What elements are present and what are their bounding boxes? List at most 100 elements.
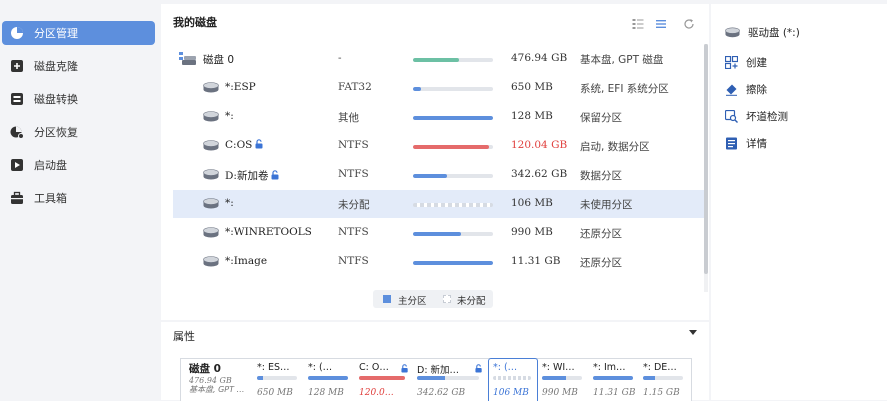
usage-bar-fill — [413, 232, 461, 236]
partition-icon — [203, 82, 219, 93]
clone-icon — [10, 59, 24, 73]
list-view-icon[interactable] — [655, 18, 667, 30]
selected-drive-label: 驱动盘 (*:) — [748, 26, 800, 39]
partition-name: C:OS — [225, 139, 253, 151]
disk-map-usage-fill — [359, 376, 405, 380]
disk-map-partition[interactable]: *: ES… 650 MB — [253, 359, 303, 401]
partition-row[interactable]: D:新加卷 NTFS 342.62 GB 数据分区 — [173, 161, 704, 189]
disk-map: 磁盘 0 476.94 GB 基本盘, GPT … *: ES… 650 MB *:… — [180, 358, 692, 401]
file-system: FAT32 — [338, 81, 372, 93]
partition-row[interactable]: C:OS NTFS 120.04 GB 启动, 数据分区 — [173, 132, 704, 160]
partition-row[interactable]: *:WINRETOOLS NTFS 990 MB 还原分区 — [173, 219, 704, 247]
disk-map-partition-size: 106 MB — [493, 388, 529, 398]
file-system: NTFS — [338, 139, 369, 151]
legend-swatch-unallocated — [443, 295, 451, 303]
usage-bar — [413, 174, 493, 178]
sidebar-item-partition-management[interactable]: 分区管理 — [2, 21, 155, 45]
capacity: 11.31 GB — [511, 255, 561, 267]
grid-view-icon[interactable] — [632, 18, 644, 30]
scrollbar-thumb[interactable] — [704, 44, 708, 274]
drive-icon — [725, 27, 740, 38]
usage-bar-fill — [413, 261, 493, 265]
disk-drive-icon — [179, 52, 197, 66]
usage-bar — [413, 203, 493, 207]
disk-map-partition-label: *: DE… — [643, 362, 677, 373]
usage-bar-fill — [413, 58, 460, 62]
disk-map-partition-size: 120.0… — [359, 388, 394, 398]
disk-map-partition-size: 128 MB — [308, 388, 344, 398]
bad-sector-scan-icon — [724, 109, 738, 123]
partition-type: 启动, 数据分区 — [580, 141, 650, 153]
disk-list-scrollbar[interactable] — [704, 44, 708, 292]
create-label: 创建 — [746, 56, 767, 69]
wipe-button[interactable]: 擦除 — [725, 81, 767, 97]
partition-icon — [203, 111, 219, 122]
legend-swatch-primary — [383, 295, 391, 303]
create-button[interactable]: 创建 — [724, 54, 767, 70]
disk-map-partition[interactable]: *: Im… 11.31 GB — [589, 359, 639, 401]
bad-sector-check-button[interactable]: 坏道检测 — [724, 108, 788, 124]
sidebar-item-toolbox[interactable]: 工具箱 — [2, 186, 155, 210]
disk-map-partition-size: 342.62 GB — [417, 388, 466, 398]
disk-map-partition-label: *: ES… — [257, 362, 290, 373]
sidebar-item-partition-recovery[interactable]: 分区恢复 — [2, 120, 155, 144]
disk-name: 磁盘 0 — [203, 54, 235, 66]
unlock-icon — [271, 170, 280, 180]
disk-map-usage-fill — [593, 376, 633, 380]
sidebar-item-disk-convert[interactable]: 磁盘转换 — [2, 87, 155, 111]
disk-map-partition-selected[interactable]: *: (… 106 MB — [488, 358, 538, 401]
partition-type: 还原分区 — [580, 257, 622, 269]
sidebar-item-boot-disk[interactable]: 启动盘 — [2, 153, 155, 177]
capacity: 128 MB — [511, 110, 553, 122]
refresh-icon[interactable] — [683, 18, 695, 30]
usage-bar-fill — [413, 174, 447, 178]
disk-map-usage-bar — [257, 376, 297, 380]
pie-chart-icon — [10, 26, 24, 40]
wipe-label: 擦除 — [746, 83, 767, 96]
partition-type: 系统, EFI 系统分区 — [580, 83, 669, 95]
partition-legend: 主分区 未分配 — [373, 290, 493, 308]
partition-row[interactable]: *: 其他 128 MB 保留分区 — [173, 103, 704, 131]
disk-map-disk-type: 基本盘, GPT … — [189, 385, 245, 394]
partition-type: 未使用分区 — [580, 199, 633, 211]
details-button[interactable]: 详情 — [725, 135, 767, 151]
disk-map-partition-size: 11.31 GB — [593, 388, 636, 398]
disk-map-partition-label: C: O… — [359, 362, 389, 373]
capacity-warning: 120.04 GB — [511, 139, 568, 151]
collapse-arrow-icon[interactable] — [689, 330, 697, 335]
disk-map-partition[interactable]: *: WI… 990 MB — [538, 359, 588, 401]
panel-title: 我的磁盘 — [173, 16, 217, 29]
disk-map-partition[interactable]: *: DE… 1.15 GB — [639, 359, 689, 401]
partition-name: *:Image — [225, 255, 268, 267]
partition-row[interactable]: *:ESP FAT32 650 MB 系统, EFI 系统分区 — [173, 74, 704, 102]
disk-map-usage-bar — [308, 376, 348, 380]
file-system: 未分配 — [338, 199, 370, 211]
disk-map-partition[interactable]: D: 新加… 342.62 GB — [413, 359, 485, 401]
capacity: 342.62 GB — [511, 168, 568, 180]
boot-disk-icon — [10, 158, 24, 172]
disk-map-partition[interactable]: *: (… 128 MB — [304, 359, 354, 401]
partition-type: 还原分区 — [580, 228, 622, 240]
file-system: NTFS — [338, 226, 369, 238]
sidebar-item-disk-clone[interactable]: 磁盘克隆 — [2, 54, 155, 78]
disk-map-partition[interactable]: C: O… 120.0… — [355, 359, 411, 401]
partition-row[interactable]: *:Image NTFS 11.31 GB 还原分区 — [173, 248, 704, 276]
details-label: 详情 — [746, 137, 767, 150]
partition-icon — [203, 169, 219, 180]
disk-map-partition-label: D: 新加… — [417, 365, 460, 376]
disk-map-usage-fill — [643, 376, 655, 380]
disk-map-partition-size: 650 MB — [257, 388, 293, 398]
partition-name: D:新加卷 — [225, 170, 269, 182]
disk-row[interactable]: 磁盘 0 - 476.94 GB 基本盘, GPT 磁盘 — [173, 45, 704, 73]
usage-bar — [413, 232, 493, 236]
action-panel: 驱动盘 (*:) 创建 擦除 坏道检测 详情 — [711, 4, 887, 400]
usage-bar — [413, 116, 493, 120]
partition-row-selected[interactable]: *: 未分配 106 MB 未使用分区 — [173, 190, 704, 218]
usage-bar — [413, 58, 493, 62]
disk-map-disk[interactable]: 磁盘 0 476.94 GB 基本盘, GPT … — [189, 361, 245, 394]
partition-name: *:ESP — [225, 81, 256, 93]
unlock-icon — [399, 362, 409, 375]
legend-label-primary: 主分区 — [398, 296, 427, 307]
bad-sector-check-label: 坏道检测 — [746, 110, 788, 123]
disk-map-usage-bar — [542, 376, 582, 380]
